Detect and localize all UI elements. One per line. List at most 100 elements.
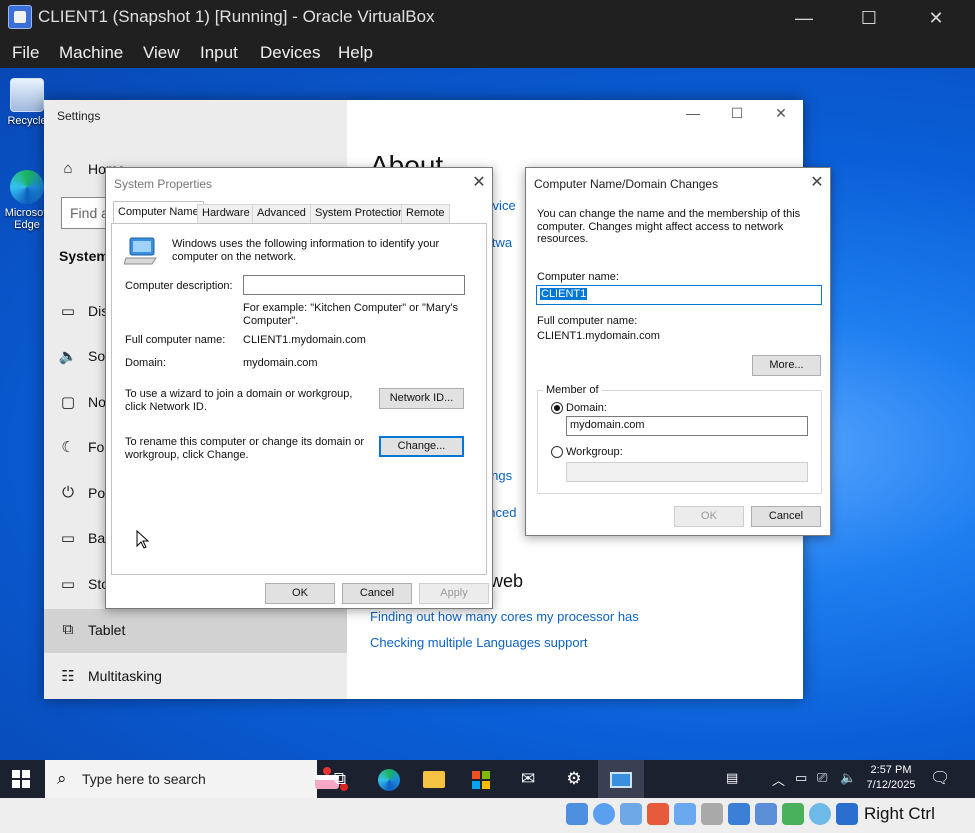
ok-button[interactable]: OK bbox=[265, 583, 335, 604]
search-icon: ⌕ bbox=[57, 769, 67, 788]
web-help-link-languages[interactable]: Checking multiple Languages support bbox=[370, 635, 588, 650]
tab-remote[interactable]: Remote bbox=[401, 204, 450, 223]
system-properties-dialog: System Properties ✕ Computer Name Hardwa… bbox=[105, 167, 493, 609]
menu-machine[interactable]: Machine bbox=[59, 43, 123, 63]
apply-button[interactable]: Apply bbox=[419, 583, 489, 604]
virtualbox-titlebar: CLIENT1 (Snapshot 1) [Running] - Oracle … bbox=[0, 0, 975, 36]
notification-center-icon[interactable]: 🗨 bbox=[930, 768, 950, 788]
menu-help[interactable]: Help bbox=[338, 43, 373, 63]
menu-view[interactable]: View bbox=[143, 43, 180, 63]
volume-icon[interactable]: 🔈 bbox=[840, 770, 856, 786]
domain-radio-label: Domain: bbox=[566, 402, 607, 414]
video-capture-icon[interactable] bbox=[755, 803, 777, 825]
news-widget-icon[interactable]: ▤ bbox=[726, 770, 738, 786]
guest-taskbar: ⌕ Type here to search ⧉ ✉ ⚙ ▤ ︿ ▭ ⎚ 🔈 2:… bbox=[0, 760, 975, 798]
web-help-link-cores[interactable]: Finding out how many cores my processor … bbox=[370, 609, 639, 624]
workgroup-radio[interactable] bbox=[551, 446, 563, 458]
settings-minimize-button[interactable]: — bbox=[678, 105, 708, 121]
domain-value: mydomain.com bbox=[243, 357, 318, 369]
settings-close-button[interactable]: ✕ bbox=[766, 105, 796, 122]
workgroup-input[interactable] bbox=[566, 462, 808, 482]
maximize-button[interactable]: ☐ bbox=[846, 4, 892, 32]
full-name-value: CLIENT1.mydomain.com bbox=[243, 334, 366, 346]
workgroup-radio-label: Workgroup: bbox=[566, 446, 623, 458]
cancel-button[interactable]: Cancel bbox=[751, 506, 821, 527]
nav-label: So bbox=[88, 348, 106, 364]
focus-assist-icon: ☾ bbox=[61, 439, 75, 456]
dialog-title: Computer Name/Domain Changes bbox=[534, 177, 719, 191]
more-button[interactable]: More... bbox=[752, 355, 821, 376]
computer-name-domain-dialog: Computer Name/Domain Changes ✕ You can c… bbox=[525, 167, 831, 536]
intro-text: Windows uses the following information t… bbox=[172, 238, 440, 263]
usb-icon[interactable] bbox=[674, 803, 696, 825]
edge-icon[interactable] bbox=[376, 766, 402, 792]
mail-icon[interactable]: ✉ bbox=[515, 766, 541, 792]
optical-drive-icon[interactable] bbox=[593, 803, 615, 825]
computer-name-input[interactable]: CLIENT1 bbox=[536, 285, 822, 305]
dialog-close-button[interactable]: ✕ bbox=[468, 172, 490, 192]
store-icon[interactable] bbox=[468, 766, 494, 792]
audio-icon[interactable] bbox=[620, 803, 642, 825]
menu-devices[interactable]: Devices bbox=[260, 43, 320, 63]
close-button[interactable]: ✕ bbox=[913, 4, 959, 32]
help-from-web-heading: web bbox=[490, 571, 524, 591]
guest-desktop: Recycle Microsoft Edge Settings ⌂ Home F… bbox=[0, 68, 975, 760]
mouse-integration-icon[interactable] bbox=[809, 803, 831, 825]
computer-name-panel: Windows uses the following information t… bbox=[111, 223, 487, 575]
multitasking-icon: ☷ bbox=[61, 668, 75, 685]
home-icon: ⌂ bbox=[63, 160, 73, 177]
settings-maximize-button[interactable]: ☐ bbox=[722, 105, 752, 122]
task-view-icon[interactable]: ⧉ bbox=[327, 766, 353, 792]
cpu-activity-icon[interactable] bbox=[782, 803, 804, 825]
tab-advanced[interactable]: Advanced bbox=[252, 204, 311, 223]
network-icon[interactable]: ⎚ bbox=[817, 770, 827, 786]
ok-button[interactable]: OK bbox=[674, 506, 744, 527]
hard-disk-icon[interactable] bbox=[566, 803, 588, 825]
recycle-bin-icon bbox=[10, 78, 44, 112]
tab-system-protection[interactable]: System Protection bbox=[310, 204, 410, 223]
computer-name-selected-text: CLIENT1 bbox=[540, 288, 588, 300]
domain-radio[interactable] bbox=[551, 402, 563, 414]
computer-name-label: Computer name: bbox=[537, 271, 619, 283]
virtualbox-menubar: File Machine View Input Devices Help bbox=[0, 36, 975, 68]
rename-text: To rename this computer or change its do… bbox=[125, 436, 365, 461]
network-adapter-icon[interactable] bbox=[647, 803, 669, 825]
taskbar-clock[interactable]: 2:57 PM 7/12/2025 bbox=[856, 763, 926, 793]
tab-hardware[interactable]: Hardware bbox=[197, 204, 255, 223]
settings-nav-multitasking[interactable]: ☷ Multitasking bbox=[44, 655, 347, 699]
file-explorer-icon[interactable] bbox=[421, 766, 447, 792]
battery-icon: ▭ bbox=[60, 530, 76, 547]
display-settings-icon[interactable] bbox=[728, 803, 750, 825]
cancel-button[interactable]: Cancel bbox=[342, 583, 412, 604]
storage-icon: ▭ bbox=[60, 576, 76, 593]
settings-gear-icon[interactable]: ⚙ bbox=[561, 766, 587, 792]
mouse-cursor-icon bbox=[136, 530, 150, 549]
host-key-label: Right Ctrl bbox=[864, 804, 935, 823]
network-id-button[interactable]: Network ID... bbox=[379, 388, 464, 409]
system-properties-icon[interactable] bbox=[608, 766, 634, 792]
shared-folders-icon[interactable] bbox=[701, 803, 723, 825]
dialog-close-button[interactable]: ✕ bbox=[806, 172, 828, 192]
taskbar-search-box[interactable]: ⌕ Type here to search bbox=[45, 760, 348, 798]
keyboard-capture-icon[interactable] bbox=[836, 803, 858, 825]
minimize-button[interactable]: — bbox=[781, 4, 827, 32]
desktop-icon-label: Recycle bbox=[7, 115, 47, 127]
settings-section-title: System bbox=[59, 248, 109, 264]
chevron-up-icon[interactable]: ︿ bbox=[772, 770, 785, 789]
computer-description-input[interactable] bbox=[243, 275, 465, 295]
change-button[interactable]: Change... bbox=[379, 436, 464, 457]
edge-icon bbox=[10, 170, 44, 204]
description-label: Computer description: bbox=[125, 280, 233, 292]
full-name-value: CLIENT1.mydomain.com bbox=[537, 330, 660, 342]
start-button[interactable] bbox=[12, 770, 30, 788]
battery-icon[interactable]: ▭ bbox=[795, 770, 807, 786]
menu-input[interactable]: Input bbox=[200, 43, 238, 63]
member-of-label: Member of bbox=[543, 384, 602, 397]
virtualbox-app-icon bbox=[8, 5, 32, 29]
menu-file[interactable]: File bbox=[12, 43, 39, 63]
full-name-label: Full computer name: bbox=[537, 315, 638, 327]
nav-label: Multitasking bbox=[88, 668, 162, 684]
tab-computer-name[interactable]: Computer Name bbox=[113, 201, 204, 224]
settings-nav-tablet[interactable]: ⧉ Tablet bbox=[44, 609, 347, 653]
domain-input[interactable]: mydomain.com bbox=[566, 416, 808, 436]
